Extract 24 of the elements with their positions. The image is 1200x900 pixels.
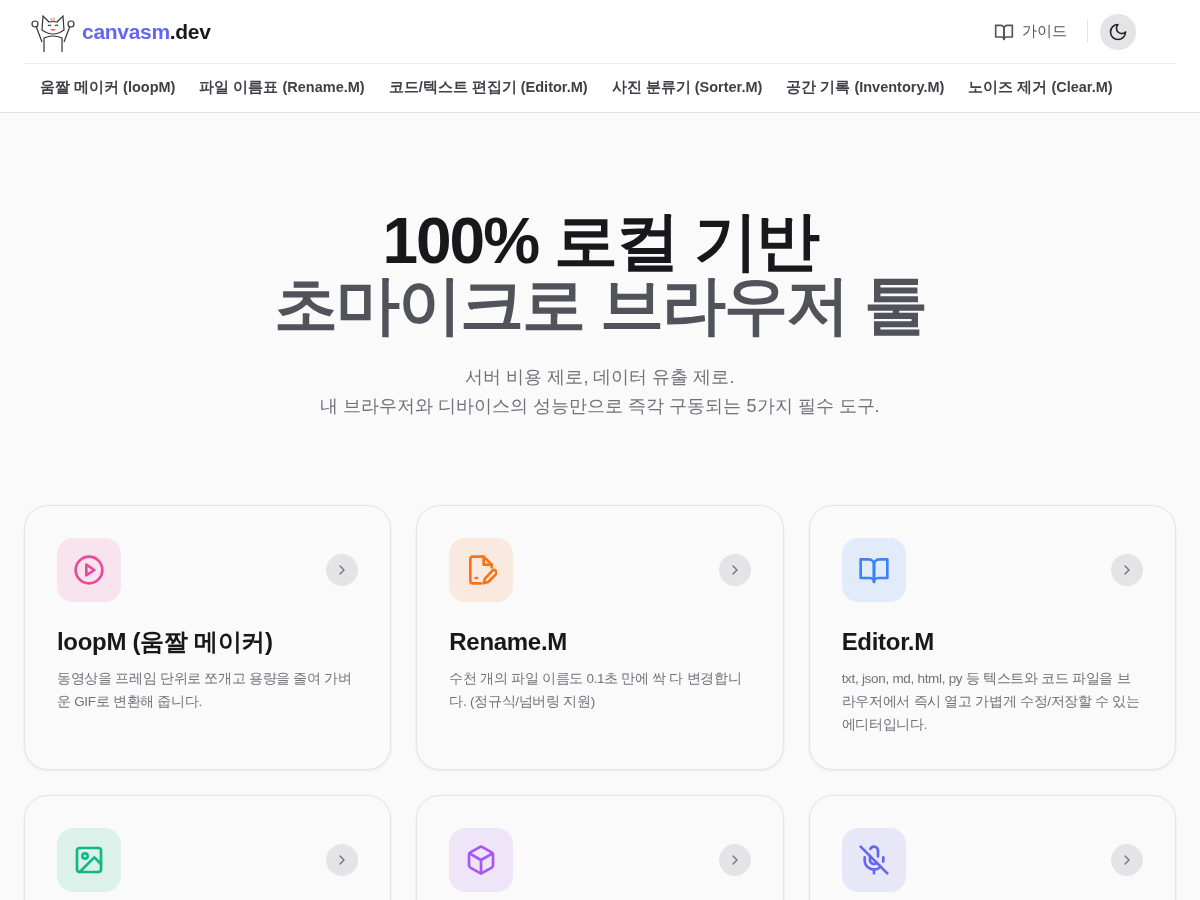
- guide-link[interactable]: 가이드: [994, 20, 1088, 43]
- card-title: loopM (움짤 메이커): [57, 628, 274, 657]
- home-link[interactable]: canvasm.dev: [28, 11, 211, 52]
- nav-link[interactable]: 공간 기록 (Inventory.M): [774, 77, 957, 99]
- nav-link[interactable]: 코드/텍스트 편집기 (Editor.M): [376, 77, 600, 99]
- card-description: txt, json, md, html, py 등 텍스트와 코드 파일을 브라우저에서 즉시 열고 가볍게 수정/저장할 수 있는 에디터입니다.: [841, 669, 1141, 734]
- nav-link[interactable]: 노이즈 제거 (Clear.M): [956, 77, 1125, 99]
- nav-link[interactable]: 사진 분류기 (Sorter.M): [599, 77, 775, 99]
- card-title: Rename.M: [449, 628, 568, 657]
- nav-link[interactable]: 움짤 메이커 (loopM): [28, 77, 188, 99]
- hero-subtitle: 내 브라우저와 디바이스의 성능만으로 즉각 구동되는 5가지 필수 도구.: [319, 395, 881, 418]
- card-description: 동영상을 프레임 단위로 쪼개고 용량을 줄여 가벼운 GIF로 변환해 줍니다.: [57, 669, 353, 711]
- tool-card[interactable]: Editor.M txt, json, md, html, py 등 텍스트와 코드 파일을 브라우저에서 즉시 열고 가볍게 수정/저장할 수 있는 에디터입니다.: [808, 505, 1176, 770]
- nav-link[interactable]: 파일 이름표 (Rename.M): [187, 77, 377, 99]
- card-description: 수천 개의 파일 이름도 0.1초 만에 싹 다 변경합니다. (정규식/넘버링 지원): [449, 669, 743, 711]
- theme-toggle-button[interactable]: [1100, 13, 1136, 50]
- card-title: Editor.M: [841, 628, 935, 657]
- tool-card[interactable]: loopM (움짤 메이커) 동영상을 프레임 단위로 쪼개고 용량을 줄여 가벼운 GIF로 변환해 줍니다.: [24, 505, 392, 770]
- moon-icon: [1108, 21, 1128, 42]
- hero-subtitle: 서버 비용 제로, 데이터 유출 제로.: [464, 366, 736, 389]
- logo-text[interactable]: canvasm.dev: [82, 15, 211, 48]
- hero-title: 100% 로컬 기반: [381, 209, 820, 273]
- tool-card[interactable]: Rename.M 수천 개의 파일 이름도 0.1초 만에 싹 다 변경합니다. (정규식/넘버링 지원): [416, 505, 784, 770]
- hero-title: 초마이크로 브라우저 툴: [273, 273, 927, 337]
